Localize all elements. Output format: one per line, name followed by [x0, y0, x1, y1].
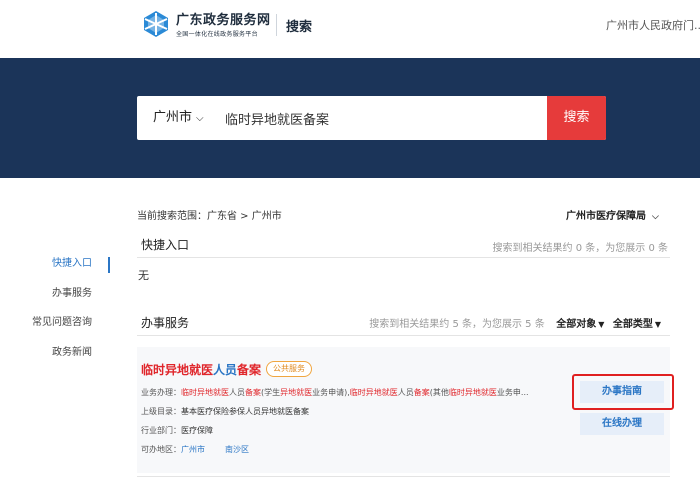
nav-item-label: 快捷入口: [52, 258, 92, 269]
chevron-down-icon: ▼: [654, 320, 661, 329]
dept-label: 行业部门：: [141, 426, 181, 435]
top-header: 广东政务服务网 全国一体化在线政务服务平台 搜索 广州市人民政府门...: [0, 0, 700, 58]
business-line: 业务办理：临时异地就医人员备案(学生异地就医业务申请),临时异地就医人员备案(其…: [141, 387, 529, 398]
services-count: 搜索到相关结果约 5 条，为您展示 5 条: [369, 319, 545, 330]
keyword-highlight: 异地就医: [280, 388, 313, 397]
parent-value: 基本医疗保险参保人员异地就医备案: [181, 407, 309, 416]
nav-item-label: 常见问题咨询: [32, 317, 92, 328]
business-text: 业务申请),: [312, 388, 350, 397]
divider: [137, 476, 670, 477]
nav-item-label: 政务新闻: [52, 347, 92, 358]
service-card: 临时异地就医人员备案 公共服务 业务办理：临时异地就医人员备案(学生异地就医业务…: [137, 347, 674, 473]
brand-title[interactable]: 广东政务服务网: [176, 9, 271, 28]
business-links[interactable]: 临时异地就医人员备案(学生异地就医业务申请),临时异地就医人员备案(其他临时异地…: [181, 388, 529, 397]
services-filters: 搜索到相关结果约 5 条，为您展示 5 条 全部对象 ▼ 全部类型 ▼: [369, 315, 666, 330]
search-input[interactable]: [225, 107, 535, 129]
filter-type-dropdown[interactable]: 全部类型 ▼: [613, 319, 666, 330]
city-select-label: 广州市: [153, 110, 193, 125]
nav-item-news[interactable]: 政务新闻: [0, 343, 112, 363]
keyword-highlight: 临时异地就医: [181, 388, 229, 397]
filter-object-dropdown[interactable]: 全部对象 ▼: [556, 319, 609, 330]
area-label: 可办地区：: [141, 445, 181, 454]
keyword-highlight: 备案: [413, 388, 430, 397]
nav-item-faq[interactable]: 常见问题咨询: [0, 313, 112, 333]
bureau-select[interactable]: 广州市医疗保障局 ⌵: [566, 207, 659, 222]
nav-item-label: 办事服务: [52, 288, 92, 299]
department-line: 行业部门：医疗保障: [141, 425, 213, 436]
area-link-guangzhou[interactable]: 广州市: [181, 445, 205, 454]
header-divider: [276, 14, 277, 36]
brand-subtitle: 全国一体化在线政务服务平台: [176, 31, 258, 38]
search-banner: 广州市⌵ 搜索: [0, 58, 700, 178]
keyword-highlight: 备案: [245, 388, 261, 397]
nav-item-quick-entry[interactable]: 快捷入口: [0, 254, 112, 274]
search-bar: 广州市⌵ 搜索: [137, 96, 606, 140]
dept-value: 医疗保障: [181, 426, 213, 435]
business-text: 人员: [397, 388, 414, 397]
search-button[interactable]: 搜索: [547, 96, 606, 140]
services-title: 办事服务: [141, 316, 190, 330]
search-scope: 当前搜索范围：广东省 > 广州市: [137, 211, 282, 222]
services-header: 办事服务 搜索到相关结果约 5 条，为您展示 5 条 全部对象 ▼ 全部类型 ▼: [137, 314, 670, 336]
filter-type-label: 全部类型: [612, 319, 653, 330]
chevron-down-icon: ⌵: [196, 113, 204, 124]
filter-object-label: 全部对象: [556, 319, 597, 330]
business-text: (其他: [429, 388, 449, 397]
title-plain: 人员: [213, 363, 238, 377]
keyword-highlight: 临时异地就医: [448, 388, 497, 397]
title-highlight: 临时异地就医: [141, 363, 214, 377]
online-apply-button[interactable]: 在线办理: [580, 413, 664, 435]
keyword-highlight: 临时异地就医: [349, 388, 398, 397]
business-text: 人员: [229, 388, 245, 397]
service-title-link[interactable]: 临时异地就医人员备案: [141, 361, 261, 378]
area-link-nansha[interactable]: 南沙区: [225, 445, 249, 454]
city-select[interactable]: 广州市 ⌵: [153, 96, 204, 140]
nav-item-services[interactable]: 办事服务: [0, 284, 112, 304]
parent-directory-line: 上级目录：基本医疗保险参保人员异地就医备案: [141, 406, 309, 417]
service-type-badge: 公共服务: [266, 361, 312, 377]
site-logo-icon[interactable]: [142, 10, 170, 38]
parent-label: 上级目录：: [141, 407, 181, 416]
quick-entry-title: 快捷入口: [141, 238, 190, 252]
business-text: 业务申...: [496, 388, 529, 397]
area-line: 可办地区：广州市 南沙区: [141, 444, 269, 455]
quick-entry-empty: 无: [138, 269, 149, 282]
header-search-label: 搜索: [286, 20, 313, 35]
chevron-down-icon: ⌵: [652, 212, 659, 222]
chevron-down-icon: ▼: [598, 320, 605, 329]
business-text: (学生: [261, 388, 281, 397]
guide-highlight-box: [572, 374, 674, 410]
gov-portal-link[interactable]: 广州市人民政府门...: [606, 17, 700, 33]
active-indicator: [108, 257, 110, 273]
title-highlight: 备案: [237, 363, 262, 377]
bureau-label: 广州市医疗保障局: [566, 211, 646, 222]
quick-entry-header: 快捷入口 搜索到相关结果约 0 条，为您展示 0 条: [137, 236, 670, 258]
business-label: 业务办理：: [141, 388, 181, 397]
quick-entry-count: 搜索到相关结果约 0 条，为您展示 0 条: [492, 243, 668, 254]
